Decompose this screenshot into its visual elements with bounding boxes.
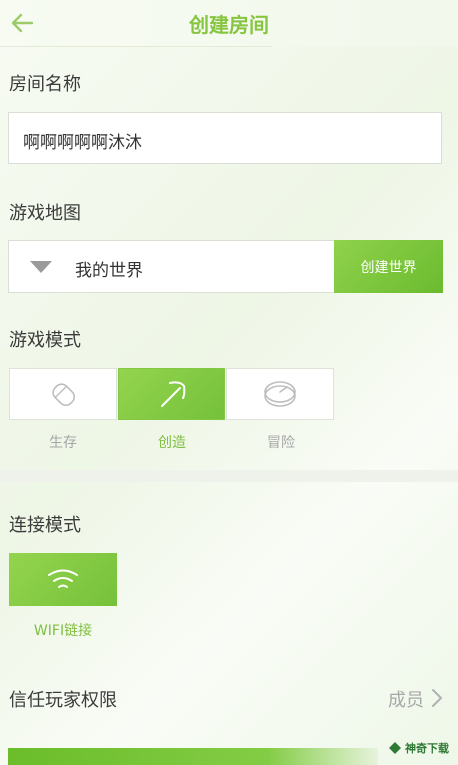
game-mode-options	[9, 368, 335, 420]
mode-survival-label: 生存	[49, 435, 77, 451]
chevron-right-icon[interactable]	[430, 688, 444, 708]
room-name-value: 啊啊啊啊啊沐沐	[23, 133, 142, 153]
confirm-button[interactable]	[8, 748, 378, 765]
mode-adventure-label: 冒险	[267, 435, 295, 451]
mode-creative-button[interactable]	[117, 368, 226, 420]
mode-creative-label: 创造	[158, 435, 186, 451]
wifi-connect-label: WIFI链接	[33, 623, 93, 639]
watermark-logo-icon	[389, 742, 401, 754]
mode-adventure-button[interactable]	[226, 368, 335, 420]
create-world-button[interactable]: 创建世界	[334, 240, 443, 293]
game-mode-label: 游戏模式	[9, 330, 81, 351]
watermark-text: 神奇下载	[405, 742, 449, 755]
header: 创建房间	[0, 0, 458, 46]
trust-permission-label: 信任玩家权限	[9, 690, 117, 711]
game-map-label: 游戏地图	[9, 203, 81, 224]
dropdown-triangle-icon	[30, 261, 52, 273]
survival-icon	[52, 383, 75, 407]
section-divider	[0, 470, 458, 482]
connection-mode-label: 连接模式	[9, 515, 81, 536]
game-map-selected: 我的世界	[75, 261, 143, 281]
adventure-icon	[264, 381, 296, 407]
mode-survival-button[interactable]	[9, 368, 117, 420]
room-name-input[interactable]: 啊啊啊啊啊沐沐	[8, 112, 442, 164]
watermark: 神奇下载	[388, 740, 449, 756]
wifi-connect-button[interactable]	[9, 553, 117, 606]
trust-permission-value[interactable]: 成员	[388, 686, 424, 712]
wifi-icon	[48, 569, 78, 588]
room-name-label: 房间名称	[9, 74, 81, 95]
game-map-select[interactable]: 我的世界 创建世界	[8, 240, 443, 293]
pickaxe-icon	[160, 381, 185, 407]
header-divider	[0, 46, 272, 47]
page-title: 创建房间	[189, 13, 269, 37]
